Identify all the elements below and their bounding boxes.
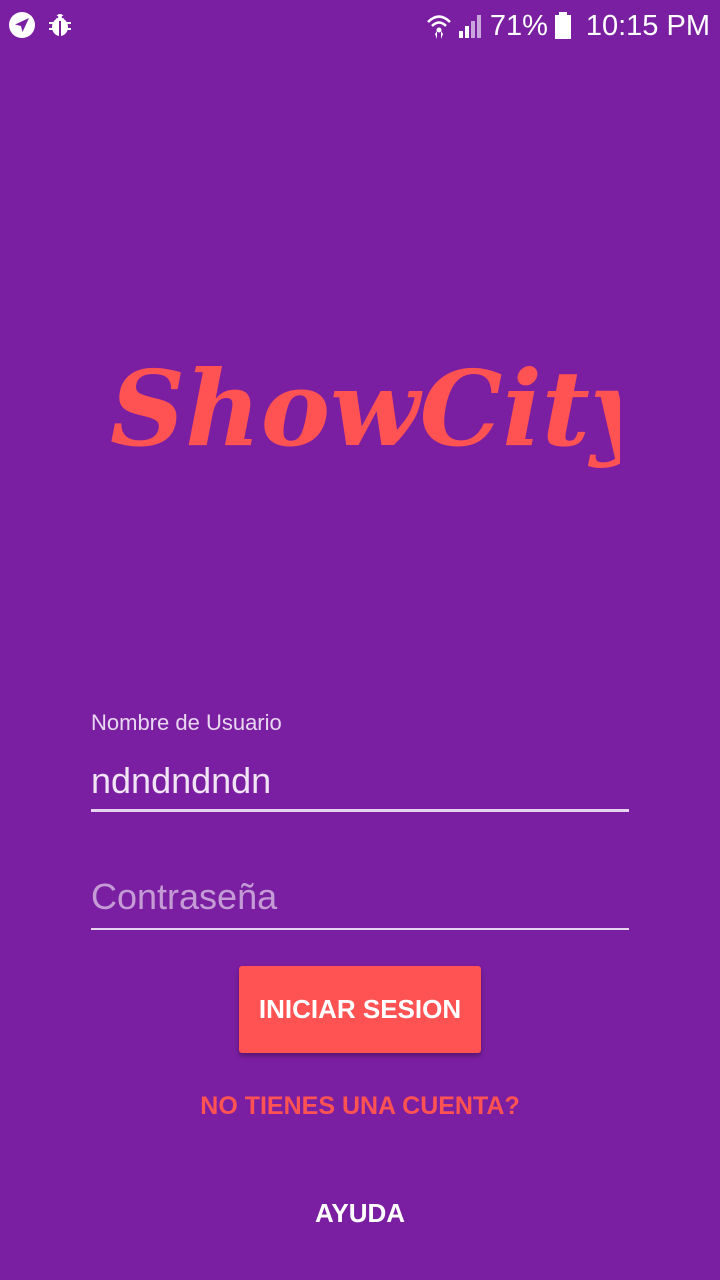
status-system: 71% 10:15 PM	[426, 6, 710, 46]
status-bar: 71% 10:15 PM	[0, 0, 720, 50]
password-input[interactable]: Contraseña	[91, 876, 277, 918]
login-button-label: INICIAR SESION	[258, 994, 462, 1024]
navigation-icon	[8, 11, 36, 39]
wifi-icon	[426, 12, 452, 40]
battery-percent: 71%	[489, 9, 548, 42]
app-logo: ShowCity	[100, 330, 657, 500]
signal-icon	[458, 13, 484, 39]
signup-link[interactable]: NO TIENES UNA CUENTA?	[0, 1092, 720, 1121]
username-label: Nombre de Usuario	[91, 710, 282, 735]
username-field[interactable]: Nombre de Usuario ndndndndn	[91, 710, 629, 815]
status-notifications	[8, 11, 74, 39]
password-underline	[91, 928, 629, 930]
clock: 10:15 PM	[585, 9, 710, 42]
battery-icon	[554, 12, 572, 40]
login-button[interactable]: INICIAR SESION	[239, 966, 481, 1053]
bug-icon	[46, 11, 74, 39]
username-underline	[91, 809, 629, 812]
help-link[interactable]: AYUDA	[0, 1198, 720, 1229]
logo-text: ShowCity	[110, 347, 620, 470]
username-input[interactable]: ndndndndn	[91, 760, 271, 802]
password-field[interactable]: Contraseña	[91, 860, 629, 932]
